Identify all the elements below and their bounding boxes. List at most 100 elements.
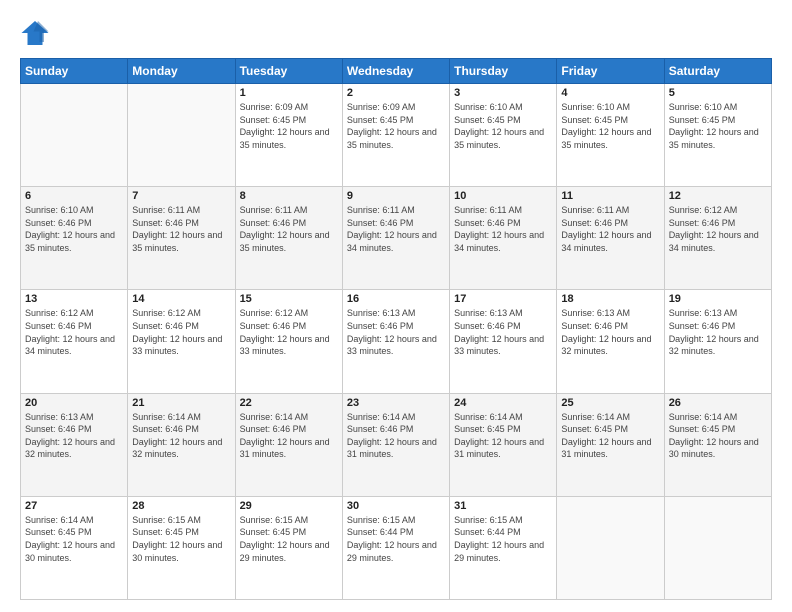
calendar-day-cell: 26 Sunrise: 6:14 AMSunset: 6:45 PMDayligh… <box>664 393 771 496</box>
day-number: 8 <box>240 190 338 202</box>
calendar-day-cell: 12 Sunrise: 6:12 AMSunset: 6:46 PMDayligh… <box>664 187 771 290</box>
day-info: Sunrise: 6:11 AMSunset: 6:46 PMDaylight:… <box>454 204 552 254</box>
day-number: 15 <box>240 293 338 305</box>
day-number: 25 <box>561 397 659 409</box>
day-info: Sunrise: 6:13 AMSunset: 6:46 PMDaylight:… <box>347 307 445 357</box>
calendar-day-cell: 21 Sunrise: 6:14 AMSunset: 6:46 PMDayligh… <box>128 393 235 496</box>
day-number: 13 <box>25 293 123 305</box>
day-number: 19 <box>669 293 767 305</box>
day-info: Sunrise: 6:15 AMSunset: 6:44 PMDaylight:… <box>347 514 445 564</box>
calendar-day-cell: 15 Sunrise: 6:12 AMSunset: 6:46 PMDayligh… <box>235 290 342 393</box>
day-info: Sunrise: 6:12 AMSunset: 6:46 PMDaylight:… <box>132 307 230 357</box>
page: SundayMondayTuesdayWednesdayThursdayFrid… <box>0 0 792 612</box>
calendar-week-row: 13 Sunrise: 6:12 AMSunset: 6:46 PMDayligh… <box>21 290 772 393</box>
calendar-day-cell: 4 Sunrise: 6:10 AMSunset: 6:45 PMDaylight… <box>557 84 664 187</box>
day-info: Sunrise: 6:13 AMSunset: 6:46 PMDaylight:… <box>25 411 123 461</box>
day-info: Sunrise: 6:15 AMSunset: 6:45 PMDaylight:… <box>240 514 338 564</box>
calendar-weekday-monday: Monday <box>128 59 235 84</box>
day-info: Sunrise: 6:13 AMSunset: 6:46 PMDaylight:… <box>561 307 659 357</box>
calendar-day-cell: 3 Sunrise: 6:10 AMSunset: 6:45 PMDaylight… <box>450 84 557 187</box>
calendar-week-row: 6 Sunrise: 6:10 AMSunset: 6:46 PMDaylight… <box>21 187 772 290</box>
calendar-day-cell: 1Sunrise: 6:09 AMSunset: 6:45 PMDaylight… <box>235 84 342 187</box>
calendar-header-row: SundayMondayTuesdayWednesdayThursdayFrid… <box>21 59 772 84</box>
day-info: Sunrise: 6:14 AMSunset: 6:46 PMDaylight:… <box>132 411 230 461</box>
day-number: 30 <box>347 500 445 512</box>
calendar-day-cell: 8Sunrise: 6:11 AMSunset: 6:46 PMDaylight… <box>235 187 342 290</box>
calendar-day-cell: 11Sunrise: 6:11 AMSunset: 6:46 PMDayligh… <box>557 187 664 290</box>
day-number: 31 <box>454 500 552 512</box>
calendar-day-cell <box>664 496 771 599</box>
calendar-day-cell: 25 Sunrise: 6:14 AMSunset: 6:45 PMDayligh… <box>557 393 664 496</box>
day-number: 4 <box>561 87 659 99</box>
day-number: 10 <box>454 190 552 202</box>
day-number: 23 <box>347 397 445 409</box>
day-info: Sunrise: 6:12 AMSunset: 6:46 PMDaylight:… <box>669 204 767 254</box>
day-info: Sunrise: 6:14 AMSunset: 6:45 PMDaylight:… <box>454 411 552 461</box>
day-number: 5 <box>669 87 767 99</box>
day-number: 21 <box>132 397 230 409</box>
logo <box>20 18 56 48</box>
day-info: Sunrise: 6:10 AMSunset: 6:45 PMDaylight:… <box>454 101 552 151</box>
logo-icon <box>20 18 50 48</box>
day-number: 17 <box>454 293 552 305</box>
day-info: Sunrise: 6:14 AMSunset: 6:45 PMDaylight:… <box>561 411 659 461</box>
day-number: 3 <box>454 87 552 99</box>
calendar-day-cell: 30 Sunrise: 6:15 AMSunset: 6:44 PMDayligh… <box>342 496 449 599</box>
calendar-day-cell: 16Sunrise: 6:13 AMSunset: 6:46 PMDayligh… <box>342 290 449 393</box>
calendar-day-cell: 23 Sunrise: 6:14 AMSunset: 6:46 PMDayligh… <box>342 393 449 496</box>
day-info: Sunrise: 6:14 AMSunset: 6:45 PMDaylight:… <box>25 514 123 564</box>
calendar-weekday-friday: Friday <box>557 59 664 84</box>
day-number: 14 <box>132 293 230 305</box>
calendar-weekday-sunday: Sunday <box>21 59 128 84</box>
calendar-day-cell: 10 Sunrise: 6:11 AMSunset: 6:46 PMDayligh… <box>450 187 557 290</box>
calendar-weekday-tuesday: Tuesday <box>235 59 342 84</box>
header <box>20 18 772 48</box>
day-info: Sunrise: 6:10 AMSunset: 6:46 PMDaylight:… <box>25 204 123 254</box>
calendar-day-cell: 28Sunrise: 6:15 AMSunset: 6:45 PMDayligh… <box>128 496 235 599</box>
day-number: 18 <box>561 293 659 305</box>
day-number: 26 <box>669 397 767 409</box>
calendar-day-cell: 2 Sunrise: 6:09 AMSunset: 6:45 PMDaylight… <box>342 84 449 187</box>
day-number: 2 <box>347 87 445 99</box>
calendar-day-cell: 7Sunrise: 6:11 AMSunset: 6:46 PMDaylight… <box>128 187 235 290</box>
day-number: 11 <box>561 190 659 202</box>
day-info: Sunrise: 6:09 AMSunset: 6:45 PMDaylight:… <box>240 101 338 151</box>
day-number: 12 <box>669 190 767 202</box>
calendar-week-row: 20 Sunrise: 6:13 AMSunset: 6:46 PMDayligh… <box>21 393 772 496</box>
calendar-week-row: 1Sunrise: 6:09 AMSunset: 6:45 PMDaylight… <box>21 84 772 187</box>
calendar-day-cell: 6 Sunrise: 6:10 AMSunset: 6:46 PMDaylight… <box>21 187 128 290</box>
calendar-day-cell <box>21 84 128 187</box>
day-info: Sunrise: 6:12 AMSunset: 6:46 PMDaylight:… <box>240 307 338 357</box>
day-info: Sunrise: 6:13 AMSunset: 6:46 PMDaylight:… <box>454 307 552 357</box>
day-info: Sunrise: 6:09 AMSunset: 6:45 PMDaylight:… <box>347 101 445 151</box>
calendar-day-cell: 19 Sunrise: 6:13 AMSunset: 6:46 PMDayligh… <box>664 290 771 393</box>
day-info: Sunrise: 6:11 AMSunset: 6:46 PMDaylight:… <box>347 204 445 254</box>
calendar-day-cell: 13 Sunrise: 6:12 AMSunset: 6:46 PMDayligh… <box>21 290 128 393</box>
day-info: Sunrise: 6:10 AMSunset: 6:45 PMDaylight:… <box>669 101 767 151</box>
day-number: 24 <box>454 397 552 409</box>
day-number: 20 <box>25 397 123 409</box>
calendar-day-cell: 14 Sunrise: 6:12 AMSunset: 6:46 PMDayligh… <box>128 290 235 393</box>
day-info: Sunrise: 6:14 AMSunset: 6:46 PMDaylight:… <box>240 411 338 461</box>
day-number: 6 <box>25 190 123 202</box>
calendar-day-cell: 29 Sunrise: 6:15 AMSunset: 6:45 PMDayligh… <box>235 496 342 599</box>
day-info: Sunrise: 6:12 AMSunset: 6:46 PMDaylight:… <box>25 307 123 357</box>
calendar-day-cell: 18 Sunrise: 6:13 AMSunset: 6:46 PMDayligh… <box>557 290 664 393</box>
day-info: Sunrise: 6:10 AMSunset: 6:45 PMDaylight:… <box>561 101 659 151</box>
calendar-day-cell: 24 Sunrise: 6:14 AMSunset: 6:45 PMDayligh… <box>450 393 557 496</box>
calendar-weekday-thursday: Thursday <box>450 59 557 84</box>
day-number: 28 <box>132 500 230 512</box>
calendar-day-cell: 20 Sunrise: 6:13 AMSunset: 6:46 PMDayligh… <box>21 393 128 496</box>
calendar-day-cell: 5 Sunrise: 6:10 AMSunset: 6:45 PMDaylight… <box>664 84 771 187</box>
day-info: Sunrise: 6:13 AMSunset: 6:46 PMDaylight:… <box>669 307 767 357</box>
day-number: 9 <box>347 190 445 202</box>
day-number: 22 <box>240 397 338 409</box>
calendar-weekday-wednesday: Wednesday <box>342 59 449 84</box>
calendar-week-row: 27Sunrise: 6:14 AMSunset: 6:45 PMDayligh… <box>21 496 772 599</box>
day-info: Sunrise: 6:14 AMSunset: 6:45 PMDaylight:… <box>669 411 767 461</box>
calendar-day-cell: 9 Sunrise: 6:11 AMSunset: 6:46 PMDaylight… <box>342 187 449 290</box>
day-number: 29 <box>240 500 338 512</box>
calendar-day-cell: 17 Sunrise: 6:13 AMSunset: 6:46 PMDayligh… <box>450 290 557 393</box>
calendar-day-cell: 22 Sunrise: 6:14 AMSunset: 6:46 PMDayligh… <box>235 393 342 496</box>
day-info: Sunrise: 6:14 AMSunset: 6:46 PMDaylight:… <box>347 411 445 461</box>
